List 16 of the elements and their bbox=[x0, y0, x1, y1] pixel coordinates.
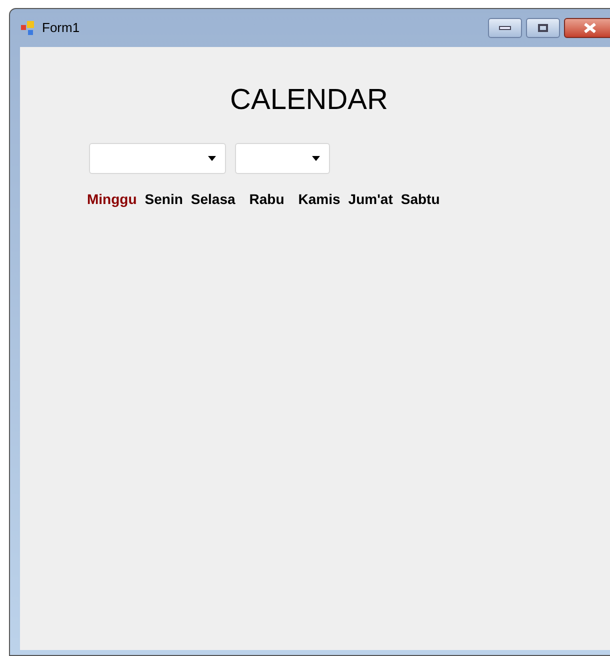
window-title: Form1 bbox=[42, 19, 80, 38]
day-label: Kamis bbox=[298, 190, 340, 208]
day-label: Sabtu bbox=[400, 190, 440, 208]
calendar-heading: CALENDAR bbox=[230, 83, 388, 118]
day-label: Minggu bbox=[87, 190, 137, 209]
day-label: Selasa bbox=[190, 190, 236, 208]
day-label: Rabu bbox=[249, 190, 284, 208]
day-label: Senin bbox=[144, 190, 183, 208]
dropdown-arrow-icon bbox=[208, 156, 216, 160]
maximize-button[interactable] bbox=[526, 18, 560, 38]
dropdown-arrow-icon bbox=[312, 156, 320, 160]
close-button[interactable] bbox=[564, 18, 610, 38]
close-icon bbox=[584, 23, 596, 33]
minimize-button[interactable] bbox=[488, 18, 522, 38]
app-icon bbox=[20, 20, 36, 36]
day-label: Jum'at bbox=[348, 190, 393, 208]
